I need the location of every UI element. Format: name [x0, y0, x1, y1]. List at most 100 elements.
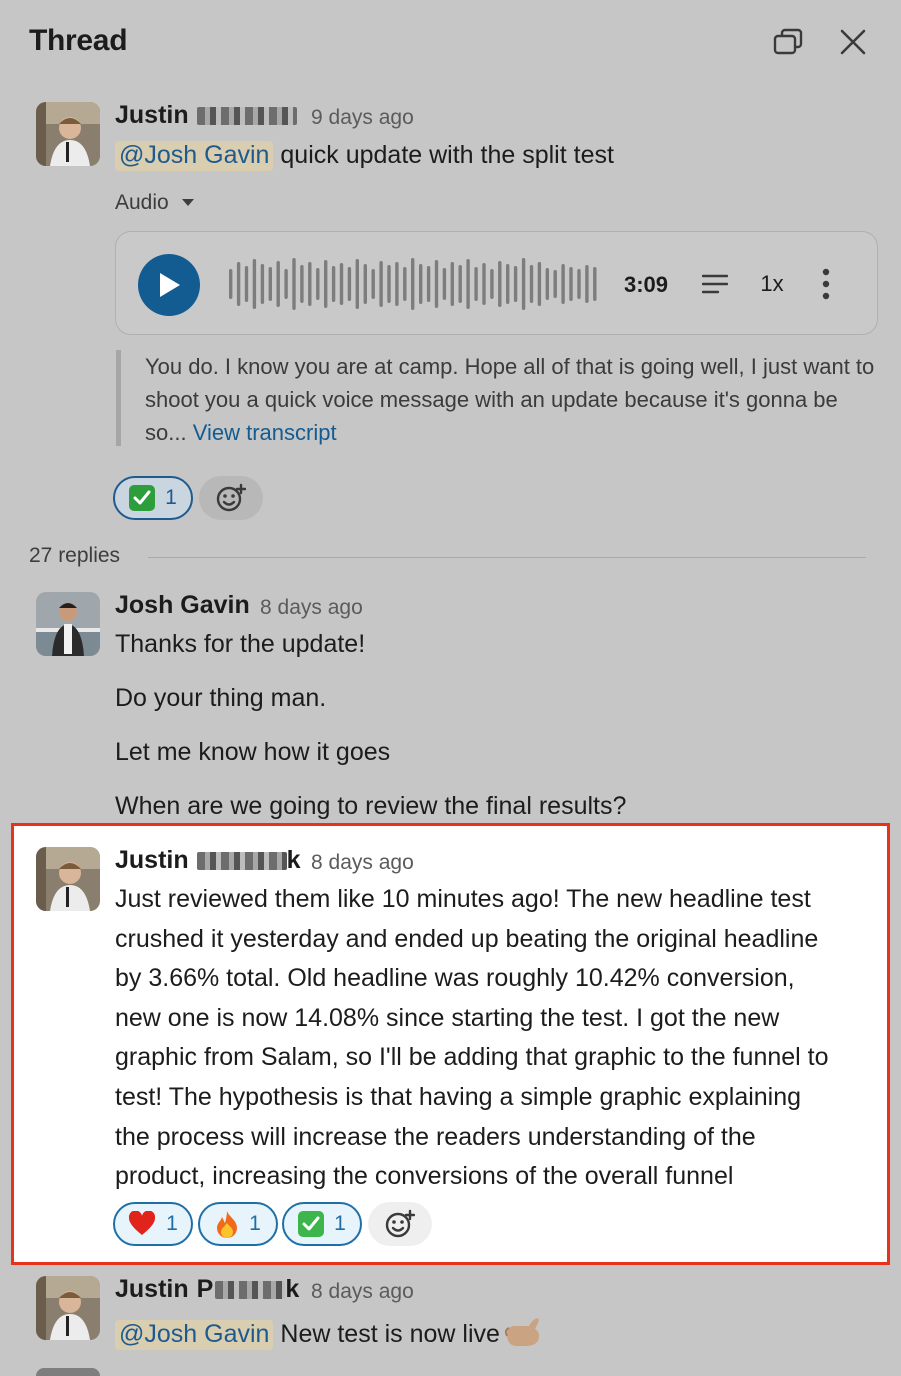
message-text: @Josh Gavin quick update with the split … [115, 141, 614, 171]
waveform-bar [529, 265, 534, 303]
white-check-mark-icon [298, 1211, 325, 1237]
message-line: new one is now 14.08% since starting the… [115, 1003, 780, 1032]
open-window-icon [773, 28, 803, 55]
waveform-bar [498, 261, 502, 307]
transcript-button[interactable] [700, 264, 730, 304]
redacted-surname [196, 106, 297, 125]
waveform-bar [387, 265, 391, 303]
message-line: the process will increase the readers un… [115, 1122, 756, 1151]
reaction-fire[interactable]: 1 [198, 1202, 278, 1246]
audio-duration: 3:09 [624, 272, 669, 297]
author-name[interactable]: Josh Gavin [115, 591, 250, 620]
add-emoji-icon [216, 483, 246, 512]
waveform-bar [268, 267, 272, 301]
waveform-bar [569, 267, 573, 301]
play-button[interactable] [138, 254, 200, 316]
waveform-bar [363, 264, 367, 304]
waveform-bar [339, 263, 344, 305]
waveform-bar [371, 269, 375, 299]
waveform-bar [450, 262, 454, 306]
avatar-photo [36, 102, 100, 166]
waveform-bar [458, 265, 462, 303]
waveform-bar [276, 261, 280, 307]
waveform-bar [411, 258, 415, 310]
fire-icon [217, 1211, 238, 1238]
waveform-bar [442, 268, 447, 300]
message-line: graphic from Salam, so I'll be adding th… [115, 1043, 829, 1072]
message-line: Thanks for the update! [115, 630, 366, 658]
waveform-bar [513, 266, 518, 302]
message-line: When are we going to review the final re… [115, 792, 627, 820]
waveform-bar [236, 262, 241, 306]
avatar-justin[interactable] [36, 1276, 100, 1340]
avatar-photo [36, 847, 100, 911]
redacted-surname [196, 851, 287, 870]
waveform-bar [292, 258, 296, 310]
waveform-bar [521, 258, 526, 310]
waveform-bar [347, 267, 352, 301]
heart-icon [129, 1211, 156, 1235]
redacted-surname [215, 1280, 286, 1299]
user-mention[interactable]: @Josh Gavin [115, 141, 274, 171]
reaction-check[interactable]: 1 [113, 476, 193, 520]
avatar-josh[interactable] [36, 592, 100, 656]
transcript-preview: You do. I know you are at camp. Hope all… [116, 350, 876, 446]
caret-down-icon [181, 199, 194, 206]
avatar-photo [36, 592, 100, 656]
waveform-bar [324, 260, 328, 308]
waveform-bar [379, 261, 383, 307]
author-name[interactable]: Justin [115, 101, 297, 130]
waveform-bar [482, 263, 486, 305]
waveform-bar [577, 269, 581, 299]
message-timestamp[interactable]: 8 days ago [311, 851, 414, 875]
close-button[interactable] [833, 22, 873, 62]
reaction-heart[interactable]: 1 [113, 1202, 193, 1246]
waveform-bar [506, 264, 510, 304]
add-reaction-button[interactable] [368, 1202, 432, 1246]
waveform-bar [331, 266, 336, 302]
more-options-button[interactable] [816, 264, 836, 304]
message-line: Let me know how it goes [115, 738, 391, 766]
waveform-bar [466, 259, 470, 309]
message-line: product, increasing the conversions of t… [115, 1162, 734, 1191]
message-timestamp[interactable]: 9 days ago [311, 106, 414, 130]
waveform-bar [300, 265, 304, 303]
message-line: Just reviewed them like 10 minutes ago! … [115, 885, 811, 913]
avatar-justin[interactable] [36, 102, 100, 166]
add-reaction-button[interactable] [199, 476, 263, 520]
more-vertical-icon [822, 268, 830, 300]
waveform-bar [395, 262, 399, 306]
reaction-check[interactable]: 1 [282, 1202, 362, 1246]
waveform-bar [308, 262, 312, 306]
waveform-bar [419, 264, 423, 304]
avatar-justin[interactable] [36, 847, 100, 911]
waveform-bar [553, 270, 557, 298]
audio-toggle[interactable]: Audio [115, 191, 195, 215]
waveform-bar [229, 269, 233, 299]
lines-icon [702, 274, 728, 294]
thread-header: Thread [0, 0, 901, 84]
waveform-bar [434, 260, 439, 308]
message-line: Do your thing man. [115, 684, 327, 712]
waveform-bar [426, 266, 431, 302]
message-text: @Josh Gavin New test is now live [115, 1314, 543, 1350]
white-check-mark-icon [129, 485, 156, 511]
view-transcript-link[interactable]: View transcript [193, 420, 337, 445]
waveform-bar [284, 269, 288, 299]
message-timestamp[interactable]: 8 days ago [260, 596, 363, 620]
author-name[interactable]: Justin P k [115, 1275, 299, 1304]
playback-speed-button[interactable]: 1x [756, 264, 788, 304]
replies-count: 27 replies [29, 544, 121, 567]
audio-waveform[interactable] [228, 256, 600, 312]
waveform-bar [545, 268, 549, 300]
call-me-hand-icon [504, 1318, 539, 1346]
message-timestamp[interactable]: 8 days ago [311, 1280, 414, 1304]
waveform-bar [403, 267, 407, 301]
user-mention[interactable]: @Josh Gavin [115, 1320, 274, 1350]
waveform-bar [561, 264, 565, 304]
thread-title: Thread [29, 24, 128, 57]
avatar-next[interactable] [36, 1368, 100, 1376]
open-in-window-button[interactable] [768, 22, 808, 62]
author-name[interactable]: Justin k [115, 846, 301, 875]
audio-player: 3:09 1x [115, 231, 878, 335]
